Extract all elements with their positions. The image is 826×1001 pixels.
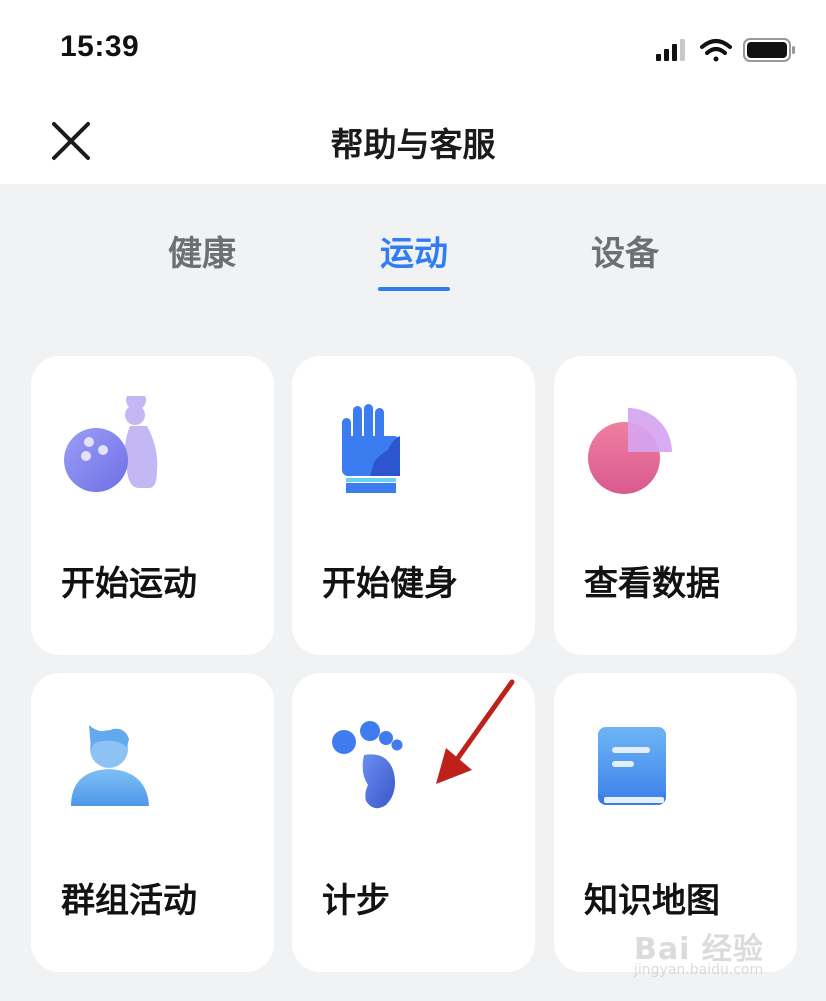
card-start-sport[interactable]: 开始运动 — [31, 356, 274, 655]
card-start-fitness[interactable]: 开始健身 — [292, 356, 535, 655]
wifi-icon — [700, 39, 732, 62]
battery-icon — [743, 38, 795, 62]
person-icon — [71, 725, 149, 806]
card-group-activity[interactable]: 群组活动 — [31, 673, 274, 972]
tab-health[interactable]: 健康 — [142, 226, 262, 275]
glove-icon — [342, 404, 400, 493]
card-knowledge-map[interactable]: 知识地图 — [554, 673, 797, 972]
footprint-icon — [332, 721, 403, 809]
card-view-data[interactable]: 查看数据 — [554, 356, 797, 655]
card-label: 群组活动 — [61, 881, 197, 921]
pie-chart-icon — [588, 408, 672, 494]
status-icons — [656, 34, 796, 68]
card-label: 知识地图 — [584, 881, 720, 921]
book-icon — [598, 727, 666, 805]
card-label: 查看数据 — [584, 564, 720, 604]
bowling-icon — [64, 396, 158, 492]
card-label: 开始运动 — [61, 564, 197, 604]
signal-icon — [656, 39, 685, 61]
top-bar: 15:39 帮助与客服 — [0, 0, 826, 184]
page-title: 帮助与客服 — [330, 125, 496, 164]
tab-sport[interactable]: 运动 — [354, 226, 474, 275]
active-tab-indicator — [378, 287, 450, 291]
card-label: 开始健身 — [322, 564, 458, 604]
card-label: 计步 — [322, 881, 390, 921]
card-step-count[interactable]: 计步 — [292, 673, 535, 972]
tab-device[interactable]: 设备 — [565, 226, 685, 275]
status-time: 15:39 — [60, 30, 140, 63]
